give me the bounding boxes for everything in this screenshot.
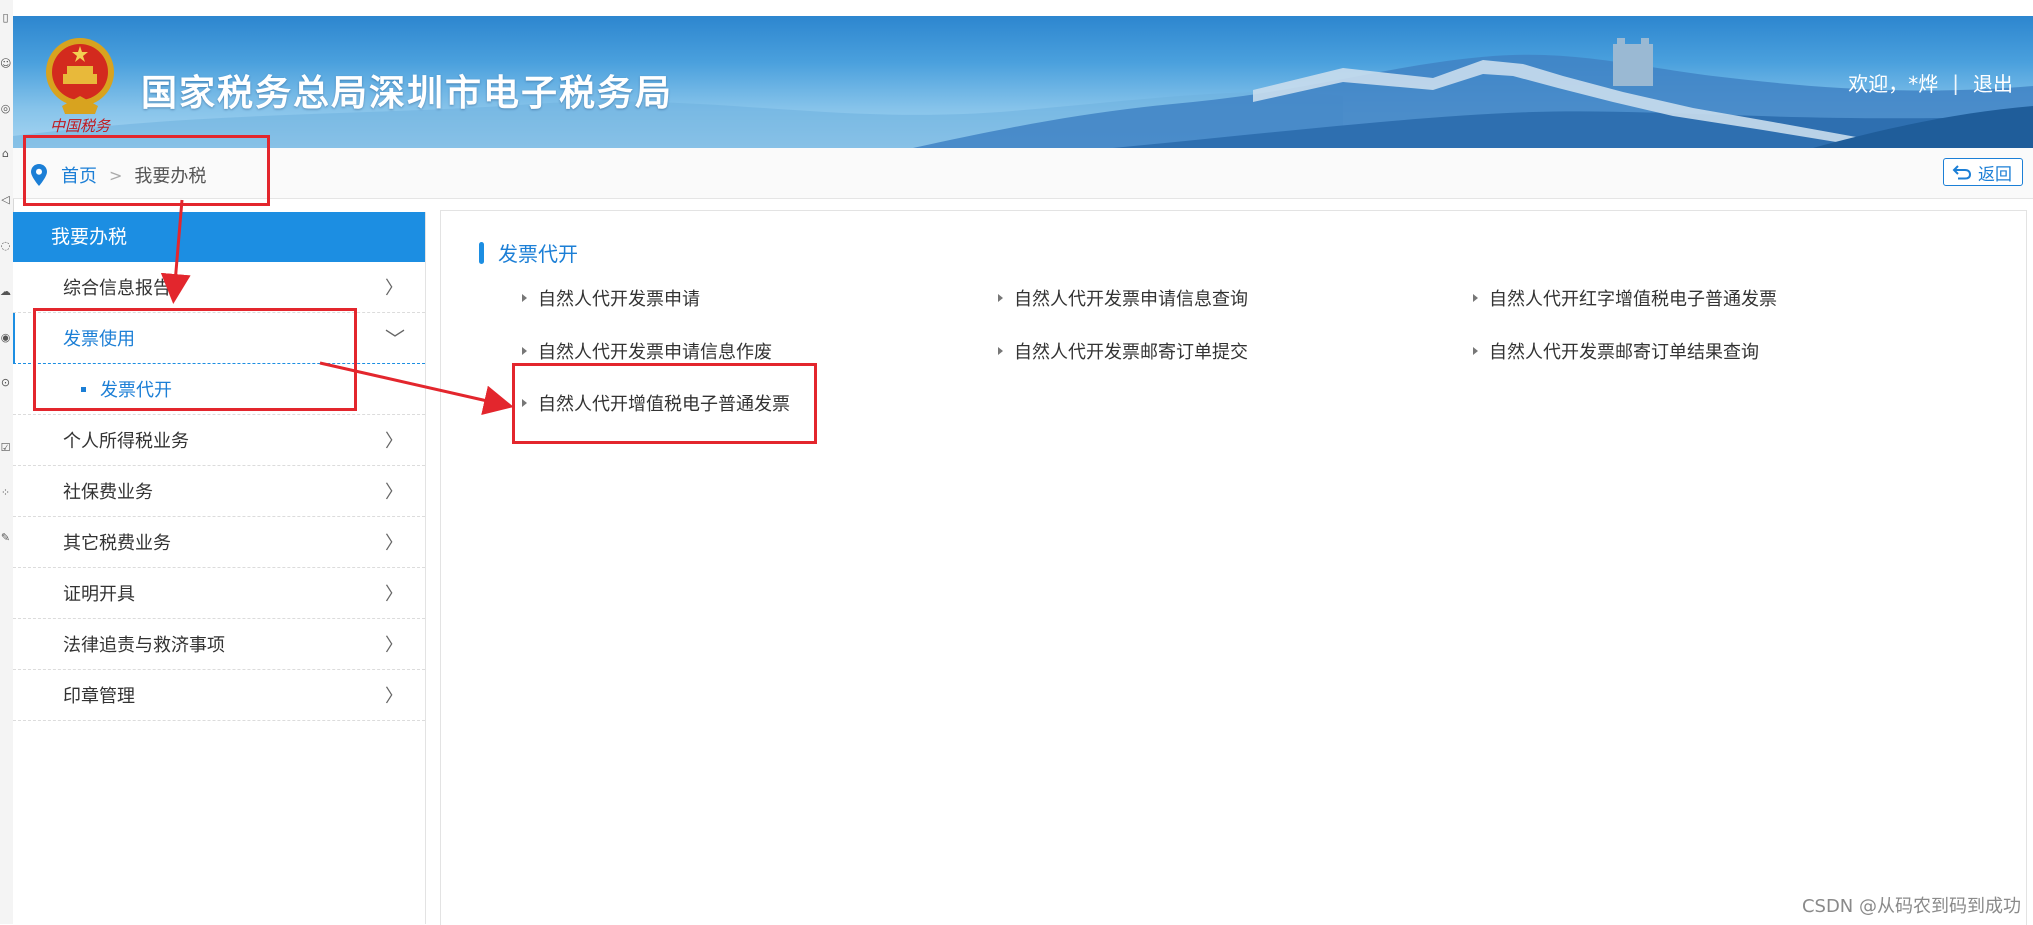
annotation-box-breadcrumb <box>23 135 270 206</box>
sidebar-item-label: 个人所得税业务 <box>63 431 189 452</box>
separator: | <box>1952 70 1959 95</box>
section-title-text: 发票代开 <box>498 242 578 266</box>
circle-icon[interactable]: ◎ <box>0 103 11 115</box>
chevron-right-icon: 〉 <box>385 584 403 605</box>
sidebar-item-certificate[interactable]: 证明开具 〉 <box>13 568 425 619</box>
sidebar-item-label: 证明开具 <box>63 584 135 605</box>
triangle-right-icon <box>998 294 1003 302</box>
link-label: 自然人代开发票邮寄订单结果查询 <box>1489 342 1759 363</box>
cloud-icon[interactable]: ☁ <box>0 286 11 298</box>
link-red-invoice[interactable]: 自然人代开红字增值税电子普通发票 <box>1473 285 1777 311</box>
sidebar-item-label: 印章管理 <box>63 686 135 707</box>
link-invoice-apply[interactable]: 自然人代开发票申请 <box>522 285 700 311</box>
link-label: 自然人代开发票申请信息作废 <box>538 342 772 363</box>
sidebar-item-label: 其它税费业务 <box>63 533 171 554</box>
chevron-right-icon: 〉 <box>385 482 403 503</box>
sidebar-item-label: 社保费业务 <box>63 482 153 503</box>
national-emblem-logo: 中国税务 <box>46 38 114 134</box>
people-icon[interactable]: ☺ <box>0 58 11 70</box>
sidebar-item-legal-remedy[interactable]: 法律追责与救济事项 〉 <box>13 619 425 670</box>
window-top-edge <box>13 0 2033 16</box>
sidebar-item-other-tax[interactable]: 其它税费业务 〉 <box>13 517 425 568</box>
triangle-right-icon <box>522 294 527 302</box>
sidebar-item-seal-management[interactable]: 印章管理 〉 <box>13 670 425 721</box>
main-panel: 发票代开 自然人代开发票申请 自然人代开发票申请信息查询 自然人代开红字增值税电… <box>440 210 2027 925</box>
triangle-right-icon <box>1473 294 1478 302</box>
chevron-right-icon: 〉 <box>385 635 403 656</box>
compass-icon[interactable]: ⊙ <box>0 377 11 389</box>
chat-icon[interactable]: ◌ <box>0 240 11 252</box>
triangle-right-icon <box>1473 347 1478 355</box>
back-button[interactable]: 返回 <box>1943 158 2023 186</box>
header-banner: 中国税务 国家税务总局深圳市电子税务局 欢迎，*烨 | 退出 <box>13 16 2033 148</box>
emblem-caption: 中国税务 <box>50 117 112 134</box>
link-mail-order-query[interactable]: 自然人代开发票邮寄订单结果查询 <box>1473 338 1759 364</box>
return-icon <box>1952 165 1972 180</box>
sidebar-item-label: 综合信息报告 <box>63 278 171 299</box>
chevron-right-icon: 〉 <box>385 431 403 452</box>
chevron-right-icon: 〉 <box>385 686 403 707</box>
annotation-box-vat-e-invoice <box>512 363 817 444</box>
brush-icon[interactable]: ✎ <box>0 532 11 544</box>
doc-icon[interactable]: ▯ <box>0 12 11 24</box>
welcome-text: 欢迎，*烨 <box>1848 72 1939 96</box>
annotation-box-invoice-use <box>33 308 357 411</box>
triangle-right-icon <box>998 347 1003 355</box>
link-label: 自然人代开发票申请 <box>538 289 700 310</box>
sidebar-item-personal-income-tax[interactable]: 个人所得税业务 〉 <box>13 415 425 466</box>
logout-link[interactable]: 退出 <box>1973 68 2013 97</box>
sidebar-item-info-report[interactable]: 综合信息报告 〉 <box>13 262 425 313</box>
chevron-right-icon: 〉 <box>385 278 403 299</box>
bag-icon[interactable]: ⌂ <box>0 148 11 160</box>
apps-icon[interactable]: ⁘ <box>0 487 11 499</box>
sidebar-item-label: 法律追责与救济事项 <box>63 635 225 656</box>
chevron-right-icon: 〉 <box>385 533 403 554</box>
link-label: 自然人代开发票申请信息查询 <box>1014 289 1248 310</box>
browser-side-strip: ▯ ☺ ◎ ⌂ ◁ ◌ ☁ ◉ ⊙ ☑ ⁘ ✎ <box>0 0 14 924</box>
send-icon[interactable]: ◁ <box>0 194 11 206</box>
site-title: 国家税务总局深圳市电子税务局 <box>141 72 674 114</box>
breadcrumb-bar: 首页 > 我要办税 返回 <box>13 148 2033 199</box>
link-mail-order-submit[interactable]: 自然人代开发票邮寄订单提交 <box>998 338 1248 364</box>
section-marker <box>479 241 484 264</box>
link-apply-info-void[interactable]: 自然人代开发票申请信息作废 <box>522 338 772 364</box>
section-title: 发票代开 <box>479 238 578 267</box>
chevron-down-icon: ﹀ <box>385 327 405 351</box>
check-icon[interactable]: ☑ <box>0 442 11 454</box>
link-apply-info-query[interactable]: 自然人代开发票申请信息查询 <box>998 285 1248 311</box>
user-area: 欢迎，*烨 | 退出 <box>1848 68 2013 97</box>
link-label: 自然人代开发票邮寄订单提交 <box>1014 342 1248 363</box>
back-button-label: 返回 <box>1978 164 2012 185</box>
watermark: CSDN @从码农到码到成功 <box>1801 896 2021 917</box>
sidebar-header: 我要办税 <box>13 212 425 262</box>
sidebar-item-social-insurance[interactable]: 社保费业务 〉 <box>13 466 425 517</box>
triangle-right-icon <box>522 347 527 355</box>
help-icon[interactable]: ◉ <box>0 332 11 344</box>
link-label: 自然人代开红字增值税电子普通发票 <box>1489 289 1777 310</box>
